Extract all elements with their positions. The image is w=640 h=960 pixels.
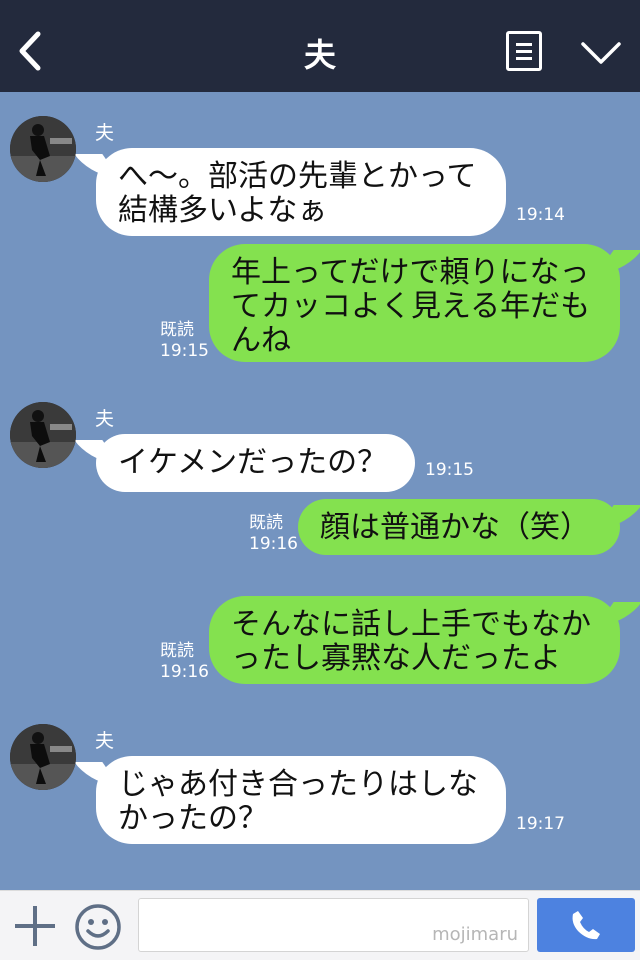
sender-name: 夫 [95, 408, 115, 430]
smiley-icon [75, 904, 121, 950]
message-bubble[interactable]: イケメンだったの？ [96, 434, 415, 492]
message-bubble[interactable]: じゃあ付き合ったりはしな かったの？ [96, 756, 506, 844]
message-bubble[interactable]: 顔は普通かな（笑） [298, 499, 620, 555]
avatar[interactable] [10, 402, 76, 468]
message-line: 顔は普通かな（笑） [320, 510, 590, 545]
sender-name: 夫 [95, 730, 115, 752]
menu-list-icon-line [516, 57, 532, 60]
message-line: そんなに話し上手でもなか [231, 607, 591, 642]
message-input[interactable]: mojimaru [138, 898, 529, 952]
message-line: てカッコよく見える年だも [231, 289, 591, 324]
message-time: 19:16 [249, 534, 298, 554]
message-line: んね [231, 323, 291, 358]
message-time: 19:15 [160, 341, 209, 361]
message-line: へ〜。部活の先輩とかって [118, 159, 477, 194]
menu-button[interactable] [506, 31, 542, 71]
watermark: mojimaru [432, 924, 518, 945]
read-label: 既読 [160, 641, 194, 661]
read-label: 既読 [160, 320, 194, 340]
message-time: 19:17 [516, 814, 565, 834]
chat-title: 夫 [303, 36, 336, 74]
read-receipt: 既読 19:16 [249, 513, 298, 555]
message-list[interactable]: 夫 へ〜。部活の先輩とかって 結構多いよなぁ 19:14 既読 19:15 年上… [0, 92, 640, 890]
menu-list-icon [516, 43, 532, 46]
message-line: ったし寡黙な人だったよ [231, 641, 561, 676]
message-line: かったの？ [118, 801, 268, 836]
avatar[interactable] [10, 116, 76, 182]
read-receipt: 既読 19:15 [160, 320, 209, 362]
phone-icon [572, 911, 600, 940]
chat-header: 夫 [0, 0, 640, 92]
menu-list-icon-line [516, 50, 532, 53]
input-bar: mojimaru [0, 890, 640, 960]
message-time: 19:16 [160, 662, 209, 682]
message-bubble[interactable]: 年上ってだけで頼りになっ てカッコよく見える年だも んね [209, 244, 620, 362]
chevron-down-icon [581, 42, 621, 64]
message-line: 結構多いよなぁ [118, 193, 328, 228]
message-line: じゃあ付き合ったりはしな [118, 767, 478, 802]
collapse-button[interactable] [580, 40, 622, 66]
plus-button[interactable] [14, 904, 58, 948]
sender-name: 夫 [95, 122, 115, 144]
message-line: 年上ってだけで頼りになっ [231, 255, 590, 290]
plus-icon-bar [15, 924, 55, 928]
call-button[interactable] [537, 898, 635, 952]
read-receipt: 既読 19:16 [160, 641, 209, 683]
avatar[interactable] [10, 724, 76, 790]
emoji-button[interactable] [74, 903, 122, 951]
message-time: 19:14 [516, 205, 565, 225]
read-label: 既読 [249, 513, 283, 533]
message-line: イケメンだったの？ [118, 445, 388, 480]
message-bubble[interactable]: そんなに話し上手でもなか ったし寡黙な人だったよ [209, 596, 620, 684]
message-bubble[interactable]: へ〜。部活の先輩とかって 結構多いよなぁ [96, 148, 506, 236]
message-time: 19:15 [425, 460, 474, 480]
